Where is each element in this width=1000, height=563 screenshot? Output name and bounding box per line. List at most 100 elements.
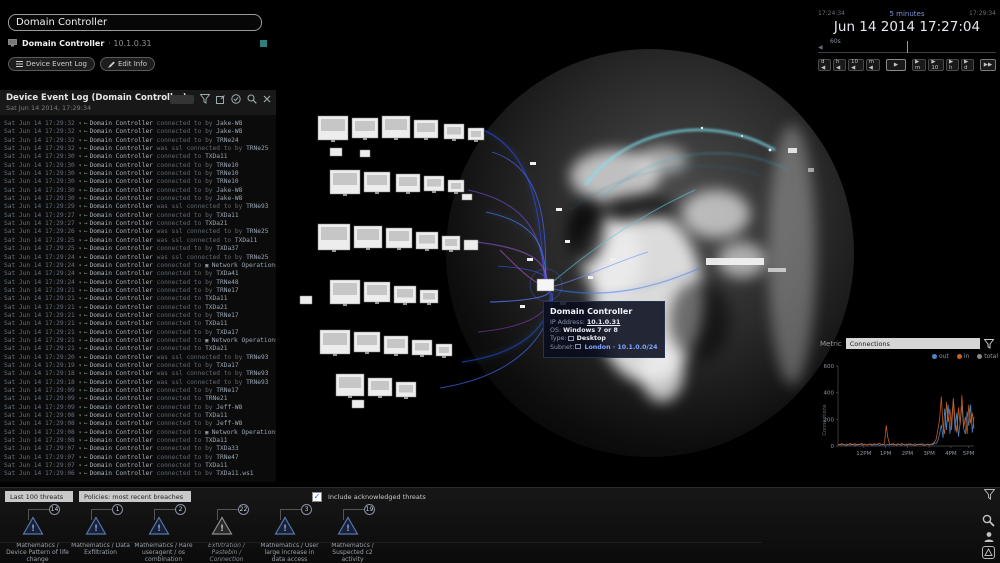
arrow-in-icon: ←	[82, 254, 90, 261]
log-row[interactable]: Sat Jun 14 17:29:07 ▾→Domain Controller …	[4, 462, 276, 470]
log-row[interactable]: Sat Jun 14 17:29:27 ▾→Domain Controller …	[4, 220, 276, 228]
tooltip-os-row: OS: Windows 7 or 8	[550, 327, 658, 335]
alert-icon[interactable]	[982, 546, 995, 559]
log-row[interactable]: Sat Jun 14 17:29:32 ▾←Domain Controller …	[4, 145, 276, 153]
log-row[interactable]: Sat Jun 14 17:29:30 ▾←Domain Controller …	[4, 178, 276, 186]
threat-item-1[interactable]: !1Mathematics / Data Exfiltration	[69, 504, 132, 562]
log-row[interactable]: Sat Jun 14 17:29:21 ▾←Domain Controller …	[4, 312, 276, 320]
log-row[interactable]: Sat Jun 14 17:29:08 ▾→Domain Controller …	[4, 437, 276, 445]
log-row[interactable]: Sat Jun 14 17:29:24 ▾→Domain Controller …	[4, 262, 276, 270]
log-row[interactable]: Sat Jun 14 17:29:09 ▾→Domain Controller …	[4, 395, 276, 403]
log-row[interactable]: Sat Jun 14 17:29:08 ▾→Domain Controller …	[4, 412, 276, 420]
log-row[interactable]: Sat Jun 14 17:29:32 ▾←Domain Controller …	[4, 120, 276, 128]
event-log-rows[interactable]: Sat Jun 14 17:29:32 ▾←Domain Controller …	[0, 115, 276, 475]
log-row[interactable]: Sat Jun 14 17:29:29 ▾←Domain Controller …	[4, 203, 276, 211]
threat-item-5[interactable]: !19Mathematics / Suspected c2 activity	[321, 504, 384, 562]
timeline-scrubber[interactable]: ◀ 60s	[818, 38, 996, 56]
log-filter-dropdown[interactable]	[170, 95, 194, 104]
play-button[interactable]: ▶	[886, 59, 906, 71]
export-window-icon[interactable]	[216, 95, 225, 104]
threat-item-3[interactable]: !22Exfiltration / Pastebin / Connection	[195, 504, 258, 562]
log-row[interactable]: Sat Jun 14 17:29:25 ▾→Domain Controller …	[4, 237, 276, 245]
step-forward-button-2[interactable]: ▶ h	[946, 59, 959, 71]
arrow-out-icon: →	[82, 262, 90, 269]
step-forward-button-0[interactable]: ▶ m	[912, 59, 926, 71]
arrow-in-icon: ←	[82, 404, 90, 411]
result-status-square[interactable]	[260, 40, 267, 47]
fast-forward-button[interactable]: ▶▶	[980, 59, 996, 71]
log-row[interactable]: Sat Jun 14 17:29:21 ▾←Domain Controller …	[4, 329, 276, 337]
log-row[interactable]: Sat Jun 14 17:29:30 ▾←Domain Controller …	[4, 195, 276, 203]
log-row[interactable]: Sat Jun 14 17:29:30 ▾←Domain Controller …	[4, 187, 276, 195]
log-row[interactable]: Sat Jun 14 17:29:21 ▾←Domain Controller …	[4, 287, 276, 295]
metric-select[interactable]: Connections	[846, 338, 980, 349]
timeline-cursor[interactable]	[907, 41, 908, 53]
funnel-icon[interactable]	[200, 94, 210, 104]
threat-list: !14Mathematics / Device Pattern of life …	[6, 504, 384, 562]
step-back-button-2[interactable]: 10 ◀	[848, 59, 864, 71]
arrow-in-icon: ←	[82, 178, 90, 185]
svg-text:1PM: 1PM	[880, 451, 892, 457]
arrow-in-icon: ←	[82, 370, 90, 377]
step-forward-button-1[interactable]: ▶ 10	[928, 59, 944, 71]
log-row[interactable]: Sat Jun 14 17:29:18 ▾←Domain Controller …	[4, 370, 276, 378]
log-row[interactable]: Sat Jun 14 17:29:06 ▾←Domain Controller …	[4, 470, 276, 475]
log-row[interactable]: Sat Jun 14 17:29:24 ▾←Domain Controller …	[4, 270, 276, 278]
policies-filter-select[interactable]: Policies: most recent breaches	[79, 491, 191, 502]
log-row[interactable]: Sat Jun 14 17:29:21 ▾→Domain Controller …	[4, 345, 276, 353]
log-row[interactable]: Sat Jun 14 17:29:32 ▾←Domain Controller …	[4, 128, 276, 136]
log-row[interactable]: Sat Jun 14 17:29:27 ▾←Domain Controller …	[4, 212, 276, 220]
acknowledged-checkbox[interactable]: ✓	[312, 492, 322, 502]
log-row[interactable]: Sat Jun 14 17:29:09 ▾←Domain Controller …	[4, 404, 276, 412]
log-row[interactable]: Sat Jun 14 17:29:08 ▾→Domain Controller …	[4, 429, 276, 437]
log-row[interactable]: Sat Jun 14 17:29:07 ▾←Domain Controller …	[4, 445, 276, 453]
log-row[interactable]: Sat Jun 14 17:29:21 ▾→Domain Controller …	[4, 337, 276, 345]
log-row[interactable]: Sat Jun 14 17:29:07 ▾←Domain Controller …	[4, 454, 276, 462]
user-icon[interactable]	[983, 531, 995, 543]
legend-item-total[interactable]: total	[977, 353, 998, 360]
step-back-button-1[interactable]: h ◀	[833, 59, 846, 71]
log-row[interactable]: Sat Jun 14 17:29:32 ▾←Domain Controller …	[4, 137, 276, 145]
threat-label: Mathematics / Data Exfiltration	[69, 542, 132, 556]
arrow-in-icon: ←	[82, 445, 90, 452]
filter-funnel-icon[interactable]	[984, 489, 995, 500]
step-back-button-3[interactable]: m ◀	[866, 59, 880, 71]
log-row[interactable]: Sat Jun 14 17:29:09 ▾←Domain Controller …	[4, 387, 276, 395]
search-input[interactable]	[8, 14, 262, 31]
log-row[interactable]: Sat Jun 14 17:29:21 ▾→Domain Controller …	[4, 304, 276, 312]
threats-filter-select[interactable]: Last 100 threats	[5, 491, 73, 502]
threat-item-0[interactable]: !14Mathematics / Device Pattern of life …	[6, 504, 69, 562]
threat-item-2[interactable]: !2Mathematics / Rare useragent / os comb…	[132, 504, 195, 562]
log-row[interactable]: Sat Jun 14 17:29:21 ▾→Domain Controller …	[4, 295, 276, 303]
step-back-button-0[interactable]: d ◀	[818, 59, 831, 71]
log-row[interactable]: Sat Jun 14 17:29:30 ▾→Domain Controller …	[4, 153, 276, 161]
log-row[interactable]: Sat Jun 14 17:29:21 ▾→Domain Controller …	[4, 320, 276, 328]
log-row[interactable]: Sat Jun 14 17:29:30 ▾←Domain Controller …	[4, 170, 276, 178]
search-log-icon[interactable]	[247, 94, 257, 104]
legend-item-in[interactable]: in	[957, 353, 969, 360]
device-event-log-button[interactable]: Device Event Log	[8, 57, 95, 71]
close-icon[interactable]	[263, 95, 271, 103]
warning-triangle-icon: !	[148, 516, 170, 536]
log-row[interactable]: Sat Jun 14 17:29:08 ▾←Domain Controller …	[4, 420, 276, 428]
threat-item-4[interactable]: !3Mathematics / User large increase in d…	[258, 504, 321, 562]
current-time: Jun 14 2014 17:27:04	[818, 19, 996, 35]
range-duration[interactable]: 5 minutes	[889, 10, 924, 18]
legend-item-out[interactable]: out	[932, 353, 949, 360]
log-row[interactable]: Sat Jun 14 17:29:19 ▾←Domain Controller …	[4, 362, 276, 370]
acknowledge-check-icon[interactable]	[231, 94, 241, 104]
log-row[interactable]: Sat Jun 14 17:29:24 ▾←Domain Controller …	[4, 254, 276, 262]
log-row[interactable]: Sat Jun 14 17:29:20 ▾←Domain Controller …	[4, 354, 276, 362]
log-row[interactable]: Sat Jun 14 17:29:18 ▾←Domain Controller …	[4, 379, 276, 387]
log-row[interactable]: Sat Jun 14 17:29:24 ▾←Domain Controller …	[4, 279, 276, 287]
log-row[interactable]: Sat Jun 14 17:29:25 ▾←Domain Controller …	[4, 245, 276, 253]
rewind-edge-icon[interactable]: ◀	[818, 44, 823, 51]
step-forward-button-3[interactable]: ▶ d	[961, 59, 974, 71]
search-tool-icon[interactable]	[982, 514, 995, 527]
log-row[interactable]: Sat Jun 14 17:29:30 ▾←Domain Controller …	[4, 162, 276, 170]
arrow-out-icon: →	[82, 320, 90, 327]
edit-info-button[interactable]: Edit Info	[100, 57, 155, 71]
log-row[interactable]: Sat Jun 14 17:29:26 ▾←Domain Controller …	[4, 228, 276, 236]
search-result-row[interactable]: Domain Controller · 10.1.0.31	[8, 37, 270, 49]
metric-funnel-icon[interactable]	[984, 339, 994, 349]
